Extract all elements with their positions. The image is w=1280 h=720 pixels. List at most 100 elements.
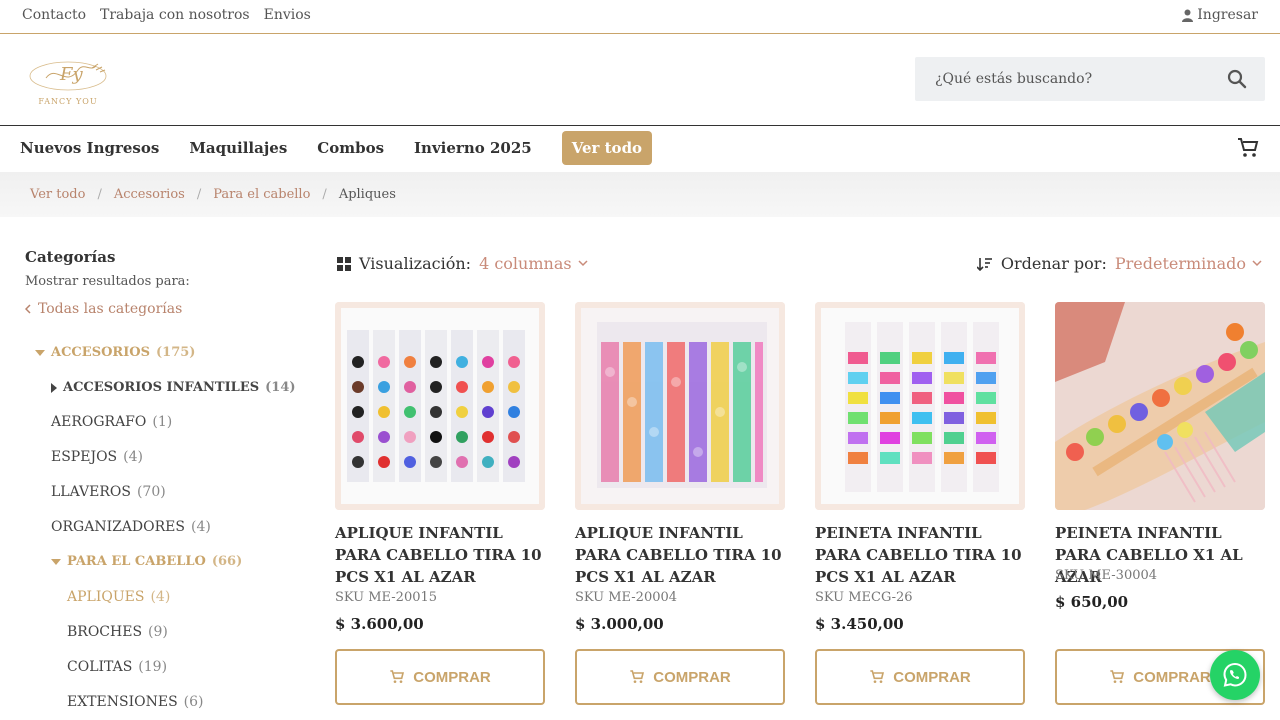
caret-down-icon bbox=[35, 349, 45, 356]
product-image[interactable] bbox=[335, 302, 545, 510]
product-image[interactable] bbox=[815, 302, 1025, 510]
buy-button[interactable]: COMPRAR bbox=[575, 649, 785, 705]
breadcrumb-separator: / bbox=[322, 187, 327, 202]
product-price: $ 650,00 bbox=[1055, 593, 1129, 611]
login-link[interactable]: Ingresar bbox=[1182, 7, 1258, 23]
breadcrumb-separator: / bbox=[97, 187, 102, 202]
product-card[interactable]: APLIQUE INFANTIL PARA CABELLO TIRA 10 PC… bbox=[575, 302, 785, 705]
sort-control: Ordenar por: Predeterminado bbox=[976, 254, 1262, 273]
product-sku: SKU ME-20004 bbox=[575, 590, 678, 605]
whatsapp-button[interactable] bbox=[1210, 650, 1260, 700]
work-with-us-link[interactable]: Trabaja con nosotros bbox=[100, 7, 250, 23]
category-para-el-cabello[interactable]: PARA EL CABELLO (66) bbox=[51, 554, 242, 569]
nav-new-arrivals[interactable]: Nuevos Ingresos bbox=[20, 131, 159, 165]
product-image[interactable] bbox=[1055, 302, 1265, 510]
buy-button[interactable]: COMPRAR bbox=[335, 649, 545, 705]
breadcrumb-accessories[interactable]: Accesorios bbox=[114, 187, 185, 202]
category-accesorios[interactable]: ACCESORIOS (175) bbox=[35, 345, 195, 360]
product-card[interactable]: PEINETA INFANTIL PARA CABELLO X1 AL AZAR… bbox=[1055, 302, 1265, 705]
view-label: Visualización: bbox=[359, 254, 472, 273]
nav-view-all[interactable]: Ver todo bbox=[561, 131, 653, 165]
sort-label: Ordenar por: bbox=[1000, 254, 1107, 273]
category-organizadores[interactable]: ORGANIZADORES (4) bbox=[51, 519, 211, 535]
contact-link[interactable]: Contacto bbox=[22, 7, 86, 23]
buy-label: COMPRAR bbox=[653, 668, 731, 686]
whatsapp-icon bbox=[1223, 662, 1247, 687]
breadcrumb: Ver todo / Accesorios / Para el cabello … bbox=[0, 172, 1280, 217]
product-name[interactable]: APLIQUE INFANTIL PARA CABELLO TIRA 10 PC… bbox=[335, 522, 545, 588]
product-image[interactable] bbox=[575, 302, 785, 510]
cart-icon bbox=[870, 670, 885, 683]
cart-icon bbox=[1110, 670, 1125, 683]
category-label: ACCESORIOS INFANTILES bbox=[63, 380, 260, 395]
category-label: PARA EL CABELLO bbox=[67, 554, 206, 569]
brand-logo[interactable]: Fy FANCY YOU bbox=[16, 54, 120, 108]
buy-button[interactable]: COMPRAR bbox=[815, 649, 1025, 705]
category-count: (66) bbox=[211, 554, 243, 569]
caret-right-icon bbox=[51, 382, 57, 393]
view-columns-control: Visualización: 4 columnas bbox=[337, 254, 588, 273]
cart-icon[interactable] bbox=[1236, 136, 1260, 160]
search-icon[interactable] bbox=[1227, 69, 1247, 89]
category-espejos[interactable]: ESPEJOS (4) bbox=[51, 449, 143, 465]
product-name[interactable]: APLIQUE INFANTIL PARA CABELLO TIRA 10 PC… bbox=[575, 522, 785, 588]
view-select[interactable]: 4 columnas bbox=[479, 254, 588, 273]
caret-down-icon bbox=[51, 558, 61, 565]
category-llaveros[interactable]: LLAVEROS (70) bbox=[51, 484, 166, 500]
view-value: 4 columnas bbox=[479, 254, 572, 273]
header: Fy FANCY YOU bbox=[0, 34, 1280, 126]
category-colitas[interactable]: COLITAS (19) bbox=[67, 659, 167, 675]
search-input[interactable] bbox=[915, 57, 1215, 101]
category-extensiones[interactable]: EXTENSIONES (6) bbox=[67, 694, 204, 710]
category-count: (9) bbox=[148, 624, 168, 640]
breadcrumb-current: Apliques bbox=[338, 187, 396, 202]
product-sku: SKU ME-30004 bbox=[1055, 568, 1158, 583]
category-aerografo[interactable]: AEROGRAFO (1) bbox=[51, 414, 172, 430]
category-label: ESPEJOS bbox=[51, 449, 118, 465]
category-label: ORGANIZADORES bbox=[51, 519, 185, 535]
chevron-down-icon bbox=[578, 260, 588, 267]
category-count: (70) bbox=[136, 484, 166, 500]
product-name[interactable]: PEINETA INFANTIL PARA CABELLO TIRA 10 PC… bbox=[815, 522, 1025, 588]
cart-icon bbox=[630, 670, 645, 683]
product-price: $ 3.450,00 bbox=[815, 615, 904, 633]
product-sku: SKU MECG-26 bbox=[815, 590, 913, 605]
category-apliques[interactable]: APLIQUES (4) bbox=[67, 589, 170, 605]
sidebar-title: Categorías bbox=[25, 248, 116, 266]
nav-combos[interactable]: Combos bbox=[317, 131, 384, 165]
product-card[interactable]: APLIQUE INFANTIL PARA CABELLO TIRA 10 PC… bbox=[335, 302, 545, 705]
buy-label: COMPRAR bbox=[413, 668, 491, 686]
product-price: $ 3.000,00 bbox=[575, 615, 664, 633]
login-label: Ingresar bbox=[1197, 7, 1258, 23]
shipping-link[interactable]: Envios bbox=[264, 7, 311, 23]
sort-select[interactable]: Predeterminado bbox=[1115, 254, 1262, 273]
top-bar: Contacto Trabaja con nosotros Envios Ing… bbox=[0, 0, 1280, 34]
category-label: COLITAS bbox=[67, 659, 133, 675]
nav-winter-2025[interactable]: Invierno 2025 bbox=[414, 131, 532, 165]
category-broches[interactable]: BROCHES (9) bbox=[67, 624, 168, 640]
category-count: (19) bbox=[138, 659, 168, 675]
chevron-down-icon bbox=[1252, 260, 1262, 267]
sidebar-subtitle: Mostrar resultados para: bbox=[25, 274, 190, 289]
product-card[interactable]: PEINETA INFANTIL PARA CABELLO TIRA 10 PC… bbox=[815, 302, 1025, 705]
category-accesorios-infantiles[interactable]: ACCESORIOS INFANTILES (14) bbox=[51, 380, 296, 395]
sort-value: Predeterminado bbox=[1114, 254, 1246, 273]
category-count: (6) bbox=[183, 694, 204, 710]
chevron-left-icon bbox=[25, 304, 31, 314]
breadcrumb-view-all[interactable]: Ver todo bbox=[30, 187, 85, 202]
category-label: BROCHES bbox=[67, 624, 143, 640]
buy-label: COMPRAR bbox=[893, 668, 971, 686]
all-categories-link[interactable]: Todas las categorías bbox=[25, 301, 315, 317]
nav-makeup[interactable]: Maquillajes bbox=[189, 131, 287, 165]
svg-text:Fy: Fy bbox=[59, 64, 83, 85]
product-sku: SKU ME-20015 bbox=[335, 590, 438, 605]
product-name[interactable]: PEINETA INFANTIL PARA CABELLO X1 AL AZAR bbox=[1055, 522, 1265, 586]
category-count: (4) bbox=[190, 519, 211, 535]
category-label: EXTENSIONES bbox=[67, 694, 178, 710]
category-count: (14) bbox=[265, 380, 296, 395]
category-count: (1) bbox=[152, 414, 173, 430]
breadcrumb-separator: / bbox=[196, 187, 202, 202]
top-links: Contacto Trabaja con nosotros Envios bbox=[22, 7, 311, 23]
breadcrumb-hair[interactable]: Para el cabello bbox=[213, 187, 310, 202]
svg-text:FANCY YOU: FANCY YOU bbox=[38, 97, 97, 106]
